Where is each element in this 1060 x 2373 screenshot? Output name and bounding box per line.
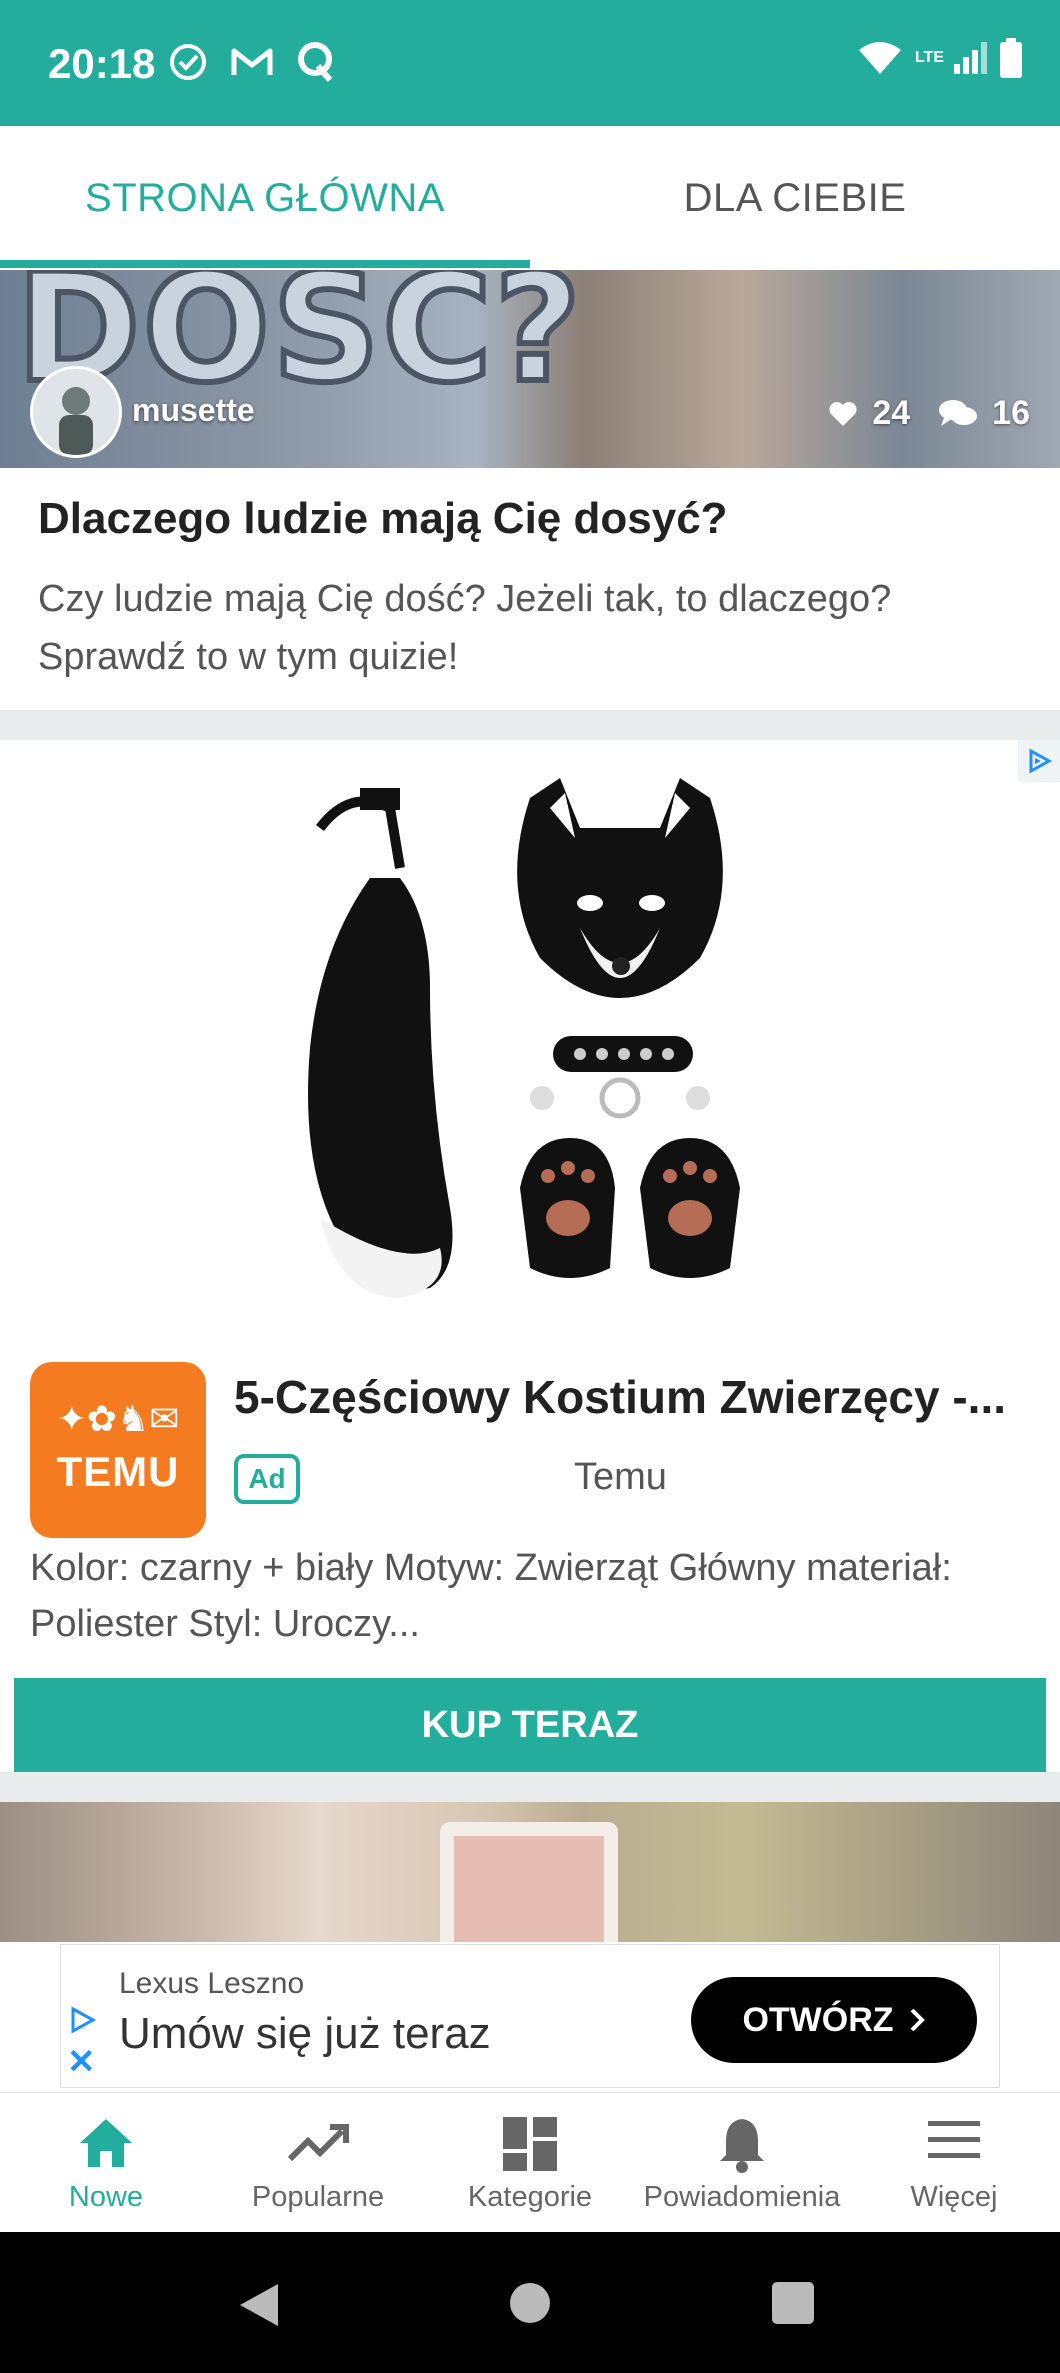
menu-icon bbox=[928, 2121, 980, 2158]
comments-count: 16 bbox=[992, 394, 1030, 432]
ad-description: Kolor: czarny + biały Motyw: Zwierząt Gł… bbox=[30, 1547, 952, 1645]
post-description: Czy ludzie mają Cię dość? Jeżeli tak, to… bbox=[38, 578, 892, 678]
nav-popularne-label: Popularne bbox=[251, 2181, 385, 2213]
nav-powiadomienia-label: Powiadomienia bbox=[643, 2181, 841, 2213]
nav-nowe-label: Nowe bbox=[68, 2181, 144, 2213]
likes-count: 24 bbox=[872, 394, 911, 432]
status-bar: 20:18 LTE bbox=[0, 0, 1060, 126]
ad-title[interactable]: 5-Częściowy Kostium Zwierzęcy -... bbox=[234, 1370, 1034, 1424]
back-icon[interactable] bbox=[236, 2280, 282, 2330]
nav-popularne[interactable]: Popularne bbox=[212, 2093, 424, 2233]
temu-logo[interactable]: ✦✿♞✉ TEMU bbox=[30, 1362, 206, 1538]
post-title[interactable]: Dlaczego ludzie mają Cię dosyć? bbox=[38, 494, 728, 544]
quora-icon bbox=[298, 42, 333, 82]
open-button[interactable]: OTWÓRZ bbox=[691, 1977, 977, 2063]
bottom-navigation: Nowe Popularne Kategorie Powiadomienia W… bbox=[0, 2092, 1060, 2233]
network-type: LTE bbox=[914, 49, 944, 66]
check-circle-icon bbox=[170, 44, 206, 80]
tab-dla-ciebie[interactable]: DLA CIEBIE bbox=[530, 126, 1060, 270]
buy-now-button[interactable]: KUP TERAZ bbox=[14, 1678, 1046, 1772]
comments-icon bbox=[939, 399, 978, 426]
nav-kategorie-label: Kategorie bbox=[467, 2181, 593, 2213]
close-ad-icon[interactable]: ✕ bbox=[67, 2045, 96, 2079]
signal-icon bbox=[954, 42, 987, 74]
active-tab-indicator bbox=[0, 260, 530, 268]
heart-icon bbox=[829, 401, 857, 426]
section-divider-2 bbox=[0, 1772, 1060, 1802]
ad-advertiser: Temu bbox=[574, 1456, 667, 1498]
temu-logo-text: TEMU bbox=[56, 1448, 180, 1495]
adchoices-icon[interactable] bbox=[1018, 740, 1060, 782]
system-status-icons: LTE bbox=[857, 38, 1022, 78]
top-tabs: STRONA GŁÓWNA DLA CIEBIE bbox=[0, 126, 1060, 270]
trending-icon bbox=[287, 2124, 349, 2162]
chevron-right-icon bbox=[910, 2008, 925, 2032]
banner-sponsor: Lexus Leszno bbox=[119, 1967, 305, 2000]
tab-strona-glowna[interactable]: STRONA GŁÓWNA bbox=[0, 126, 530, 270]
adchoices-icon[interactable] bbox=[67, 2005, 97, 2035]
nav-kategorie[interactable]: Kategorie bbox=[424, 2093, 636, 2233]
gmail-icon bbox=[231, 48, 273, 75]
featured-post-image[interactable]: DOŚĆ? musette 24 16 bbox=[0, 270, 1060, 468]
native-ad[interactable]: ✦✿♞✉ TEMU 5-Częściowy Kostium Zwierzęcy … bbox=[0, 740, 1060, 1800]
nav-powiadomienia[interactable]: Powiadomienia bbox=[636, 2093, 848, 2233]
recents-icon[interactable] bbox=[772, 2282, 814, 2324]
post-stats: 24 16 bbox=[828, 394, 1030, 433]
status-time: 20:18 bbox=[48, 40, 156, 87]
product-image[interactable] bbox=[280, 768, 800, 1328]
author-avatar[interactable] bbox=[30, 366, 122, 458]
home-icon bbox=[80, 2119, 132, 2167]
photo-frame bbox=[440, 1822, 618, 1942]
battery-icon bbox=[1000, 38, 1022, 78]
home-button-icon[interactable] bbox=[508, 2281, 552, 2325]
next-post-image[interactable] bbox=[0, 1802, 1060, 1942]
nav-wiecej-label: Więcej bbox=[910, 2181, 998, 2213]
temu-logo-symbols-icon: ✦✿♞✉ bbox=[56, 1398, 180, 1439]
wifi-icon bbox=[858, 42, 901, 74]
nav-wiecej[interactable]: Więcej bbox=[848, 2093, 1060, 2233]
nav-nowe[interactable]: Nowe bbox=[0, 2093, 212, 2233]
system-navigation-bar bbox=[0, 2232, 1060, 2373]
author-name[interactable]: musette bbox=[132, 392, 255, 429]
banner-ad[interactable]: ✕ Lexus Leszno Umów się już teraz OTWÓRZ bbox=[60, 1944, 1000, 2088]
ad-badge: Ad bbox=[234, 1454, 300, 1504]
dashboard-icon bbox=[503, 2117, 557, 2171]
notification-icons bbox=[168, 40, 336, 84]
section-divider bbox=[0, 710, 1060, 740]
banner-headline[interactable]: Umów się już teraz bbox=[119, 2009, 491, 2059]
open-button-label: OTWÓRZ bbox=[742, 2000, 894, 2039]
bell-icon bbox=[720, 2119, 764, 2173]
